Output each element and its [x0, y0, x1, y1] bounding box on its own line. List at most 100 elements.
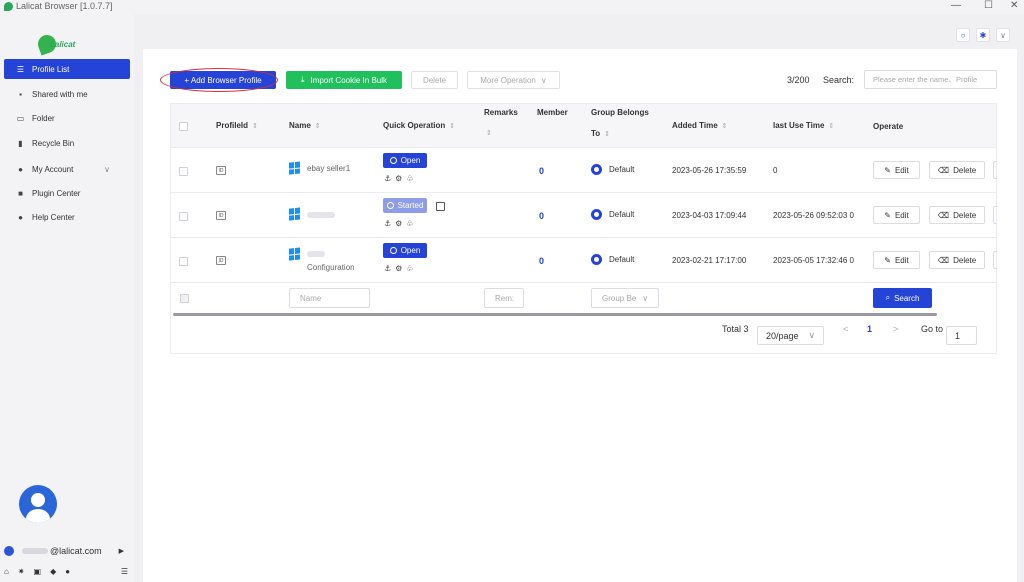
open-button[interactable]: Open	[383, 153, 427, 168]
sun-icon[interactable]: ✷	[18, 567, 25, 576]
quick-op-icons[interactable]: ⚓⚙♧	[384, 264, 418, 273]
chevron-down-icon: ∨	[104, 164, 110, 174]
sort-icon: ⇕	[604, 131, 611, 138]
id-icon[interactable]: ID	[216, 256, 226, 265]
started-button[interactable]: Started	[383, 198, 427, 213]
sort-icon: ⇕	[449, 123, 456, 130]
search-label: Search:	[823, 75, 855, 85]
table-header: ProfileId ⇕ Name ⇕ Quick Operation ⇕ Remark…	[171, 104, 996, 148]
sidebar-item-recycle-bin[interactable]: ▮ Recycle Bin	[4, 133, 130, 153]
filter-search-button[interactable]: ⌕ Search	[873, 288, 932, 308]
edit-button[interactable]: ✎ Edit	[873, 206, 920, 224]
member-count[interactable]: 0	[539, 256, 544, 266]
sort-icon: ⇕	[252, 123, 258, 130]
page-size-select[interactable]: 20/page ∨	[757, 326, 824, 345]
col-profile-id[interactable]: ProfileId ⇕	[216, 121, 258, 130]
row-checkbox[interactable]	[179, 212, 188, 221]
trash-icon: ⌫	[937, 210, 950, 220]
horizontal-scrollbar[interactable]	[173, 313, 937, 316]
more-button[interactable]	[993, 251, 997, 269]
id-icon[interactable]: ID	[216, 211, 226, 220]
select-all-checkbox[interactable]	[179, 122, 188, 131]
sidebar-bottom-toolbar: ⌂ ✷ ▣ ◆ ● ☰	[4, 565, 130, 577]
delete-button[interactable]: Delete	[411, 71, 458, 89]
sidebar-item-help-center[interactable]: ● Help Center	[4, 207, 130, 227]
edit-button[interactable]: ✎ Edit	[873, 161, 920, 179]
col-quick-operation[interactable]: Quick Operation ⇕	[383, 121, 455, 130]
name-filter-input[interactable]: Name	[289, 288, 370, 308]
maximize-button[interactable]: ☐	[984, 0, 993, 11]
added-time: 2023-02-21 17:17:00	[672, 256, 747, 265]
row-checkbox[interactable]	[179, 257, 188, 266]
open-button[interactable]: Open	[383, 243, 427, 258]
col-name[interactable]: Name ⇕	[289, 121, 321, 130]
delete-row-button[interactable]: ⌫ Delete	[929, 206, 985, 224]
top-actions: ○ ✱ ∨	[956, 28, 1010, 42]
tag-icon[interactable]: ◆	[50, 567, 56, 576]
table-row: ID ebay seller1 Open ⚓⚙♧ 0 Default 2023-…	[171, 148, 997, 193]
refresh-icon[interactable]: ○	[956, 28, 970, 42]
home-icon[interactable]: ⌂	[4, 567, 9, 576]
member-count[interactable]: 0	[539, 166, 544, 176]
brand-logo: Lalicat	[35, 32, 88, 56]
group-ring-icon	[591, 164, 602, 175]
row-checkbox[interactable]	[179, 167, 188, 176]
sidebar-item-profile-list[interactable]: ☰ Profile List	[4, 59, 130, 79]
gear-icon[interactable]: ✱	[976, 28, 990, 42]
close-button[interactable]: ✕	[1010, 0, 1018, 11]
shield-icon[interactable]: ●	[65, 567, 70, 576]
next-page-button[interactable]: >	[893, 324, 898, 334]
support-body-icon	[26, 509, 50, 523]
minimize-button[interactable]: —	[951, 0, 961, 11]
member-count[interactable]: 0	[539, 211, 544, 221]
delete-row-button[interactable]: ⌫ Delete	[929, 251, 985, 269]
chevron-down-icon: ∨	[540, 75, 547, 85]
quick-op-icons[interactable]: ⚓⚙♧	[384, 174, 418, 183]
quick-op-icons[interactable]: ⚓⚙♧	[384, 219, 418, 228]
chevron-down-icon: ∨	[642, 293, 649, 303]
edit-button[interactable]: ✎ Edit	[873, 251, 920, 269]
added-time: 2023-04-03 17:09:44	[672, 211, 747, 220]
sort-icon[interactable]: ⇕	[486, 129, 492, 137]
sidebar-item-shared[interactable]: ▪ Shared with me	[4, 84, 130, 104]
col-group-line2[interactable]: To ⇕	[591, 129, 610, 138]
id-icon[interactable]: ID	[216, 166, 226, 175]
last-use-time: 2023-05-05 17:32:46 0	[773, 256, 854, 265]
col-last-use-time[interactable]: last Use Time ⇕	[773, 121, 834, 130]
col-added-time[interactable]: Added Time ⇕	[672, 121, 728, 130]
remarks-filter-input[interactable]: Rem:	[484, 288, 524, 308]
help-icon: ●	[18, 212, 23, 222]
more-operation-dropdown[interactable]: More Operation ∨	[467, 71, 560, 89]
profile-name[interactable]: ebay seller1	[307, 164, 350, 173]
status-icon	[386, 202, 394, 209]
account-menu[interactable]: @lalicat.com ▶	[4, 544, 130, 558]
prev-page-button[interactable]: <	[843, 324, 848, 334]
download-icon: ⤓	[300, 75, 305, 84]
copy-icon[interactable]	[436, 202, 445, 211]
col-remarks[interactable]: Remarks	[484, 108, 518, 117]
delete-row-button[interactable]: ⌫ Delete	[929, 161, 985, 179]
windows-icon	[289, 161, 301, 175]
window-title: Lalicat Browser [1.0.7.7]	[16, 1, 113, 11]
chevron-right-icon: ▶	[118, 548, 124, 555]
chevron-down-icon[interactable]: ∨	[996, 28, 1010, 42]
pencil-icon: ✎	[884, 210, 891, 220]
search-input[interactable]: Please enter the name、Profile	[864, 70, 997, 89]
goto-page-input[interactable]: 1	[946, 326, 977, 345]
current-page[interactable]: 1	[867, 324, 872, 334]
more-button[interactable]	[993, 206, 997, 224]
trash-icon: ▮	[18, 138, 23, 148]
menu-icon[interactable]: ☰	[121, 567, 128, 576]
linkedin-icon[interactable]: ▣	[34, 567, 42, 576]
customer-support-avatar[interactable]	[19, 485, 57, 523]
list-icon: ☰	[16, 64, 25, 74]
grid-icon: ■	[18, 188, 23, 198]
import-cookie-button[interactable]: ⤓ Import Cookie In Bulk	[286, 71, 402, 89]
sidebar-item-my-account[interactable]: ● My Account ∨	[4, 159, 130, 179]
table-row: ID Started ⚓⚙♧ 0 Default 2023-04-03 17:0…	[171, 193, 997, 238]
more-button[interactable]	[993, 161, 997, 179]
more-operation-label: More Operation	[480, 75, 536, 85]
group-filter-select[interactable]: Group Be ∨	[591, 288, 659, 308]
sidebar-item-folder[interactable]: ▭ Folder	[4, 108, 130, 128]
sidebar-item-plugin-center[interactable]: ■ Plugin Center	[4, 183, 130, 203]
